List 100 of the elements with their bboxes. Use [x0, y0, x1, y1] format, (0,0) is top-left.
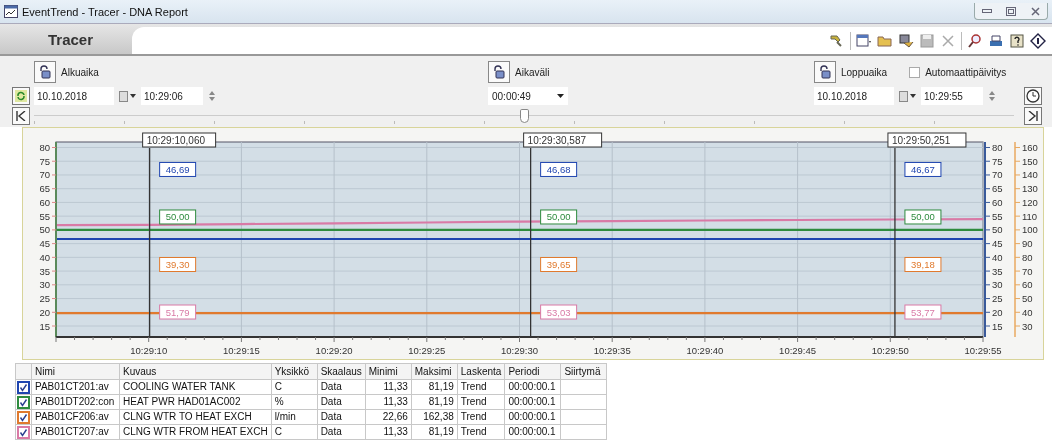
column-header[interactable]: Kuvaus — [119, 363, 272, 380]
table-cell: 00:00:00.1 — [504, 409, 561, 425]
table-cell: 81,19 — [411, 424, 458, 440]
calendar-icon — [899, 90, 908, 102]
axis-label: 65 — [39, 183, 50, 195]
checkbox[interactable] — [17, 395, 30, 409]
skip-end-icon — [1028, 111, 1038, 121]
field-label: Alkuaika — [61, 66, 99, 78]
axis-label: 40 — [992, 251, 1003, 263]
calendar-dropdown[interactable] — [899, 90, 916, 102]
table-cell: PAB01CF206:av — [31, 409, 120, 425]
checkbox[interactable] — [17, 380, 30, 394]
time-field[interactable]: 10:29:06 — [141, 87, 203, 105]
axis-label: 40 — [39, 251, 50, 263]
clock-button[interactable] — [1024, 87, 1042, 105]
table-cell: Trend — [457, 424, 505, 440]
search-icon[interactable] — [967, 32, 983, 49]
axis-label: 15 — [992, 320, 1003, 332]
axis-label: 30 — [1022, 320, 1033, 332]
table-cell: HEAT PWR HAD01AC002 — [119, 394, 272, 410]
table-cell: PAB01DT202:con — [31, 394, 120, 410]
table-cell: CLNG WTR TO HEAT EXCH — [119, 409, 272, 425]
axis-label: 75 — [992, 155, 1003, 167]
value-label: 46,69 — [159, 161, 197, 177]
axis-label: 55 — [992, 210, 1003, 222]
refresh-button[interactable] — [12, 87, 30, 105]
table-cell: % — [271, 394, 318, 410]
axis-label: 140 — [1022, 169, 1038, 181]
column-header[interactable]: Laskenta — [457, 363, 505, 380]
table-cell: C — [271, 424, 318, 440]
table-cell: COOLING WATER TANK — [119, 379, 272, 395]
checkbox[interactable] — [17, 425, 30, 439]
column-header[interactable]: Skaalaus — [317, 363, 366, 380]
interval-dropdown[interactable]: 00:00:49 — [488, 87, 568, 105]
spin-button[interactable] — [208, 90, 216, 102]
cursor-time-label[interactable]: 10:29:50,251 — [887, 132, 967, 148]
lock-icon — [818, 65, 832, 79]
checkbox[interactable] — [909, 66, 921, 78]
axis-label: 60 — [992, 196, 1003, 208]
info-icon[interactable] — [1030, 32, 1046, 49]
table-cell: 11,33 — [365, 379, 412, 395]
date-field[interactable]: 10.10.2018 — [814, 87, 894, 105]
column-header[interactable]: Maksimi — [411, 363, 458, 380]
axis-label: 20 — [39, 306, 50, 318]
axis-label: 75 — [39, 155, 50, 167]
lock-button[interactable] — [34, 61, 56, 83]
axis-label: 30 — [992, 279, 1003, 291]
checkbox[interactable] — [17, 410, 30, 424]
spin-button[interactable] — [988, 90, 996, 102]
column-header[interactable]: Siirtymä — [560, 363, 607, 380]
axis-label: 90 — [1022, 238, 1033, 250]
cursor-time-label[interactable]: 10:29:10,060 — [142, 132, 217, 148]
value-label: 50,00 — [904, 209, 942, 225]
axis-label: 10:29:45 — [779, 345, 817, 356]
time-slider[interactable] — [34, 108, 1014, 124]
value-label: 39,30 — [159, 257, 197, 272]
table-cell: Trend — [457, 394, 505, 410]
table-cell: 162,38 — [411, 409, 458, 425]
last-button[interactable] — [1024, 107, 1042, 125]
column-header[interactable]: Periodi — [504, 363, 561, 380]
value-label: 39,65 — [540, 257, 578, 272]
axis-label: 45 — [992, 238, 1003, 250]
axis-label: 10:29:35 — [593, 345, 631, 356]
axis-label: 60 — [39, 196, 50, 208]
column-header[interactable]: Yksikkö — [271, 363, 318, 380]
window-icon[interactable] — [856, 32, 872, 49]
caret-icon — [130, 94, 136, 98]
first-button[interactable] — [12, 107, 30, 125]
date-field[interactable]: 10.10.2018 — [34, 87, 114, 105]
axis-label: 70 — [1022, 265, 1033, 277]
column-header[interactable]: Minimi — [365, 363, 412, 380]
lock-icon — [492, 65, 506, 79]
minimize-icon — [982, 8, 992, 14]
table-cell: Data — [317, 379, 366, 395]
axis-label: 40 — [1022, 306, 1033, 318]
column-header[interactable]: Nimi — [31, 363, 120, 380]
axis-label: 50 — [39, 224, 50, 236]
lock-button[interactable] — [488, 61, 510, 83]
axis-label: 160 — [1022, 142, 1038, 153]
cursor-line[interactable] — [529, 147, 532, 338]
axis-label: 45 — [39, 238, 50, 250]
axis-label: 80 — [39, 142, 50, 153]
caret-icon — [910, 94, 916, 98]
print-icon[interactable] — [988, 32, 1004, 49]
help-icon[interactable] — [1009, 32, 1025, 49]
time-field[interactable]: 10:29:55 — [921, 87, 983, 105]
axis-label: 10:29:15 — [222, 345, 260, 356]
cursor-line[interactable] — [149, 147, 151, 338]
axis-label: 130 — [1022, 183, 1038, 195]
axis-label: 80 — [992, 142, 1003, 153]
calendar-icon — [119, 90, 128, 102]
cursor-time-label[interactable]: 10:29:30,587 — [523, 132, 603, 148]
axis-label: 10:29:20 — [315, 345, 353, 356]
table-cell: 11,33 — [365, 424, 412, 440]
table-cell: 00:00:00.1 — [504, 379, 561, 395]
calendar-dropdown[interactable] — [119, 90, 136, 102]
caret-icon — [557, 94, 564, 98]
checkbox-label: Automaattipäivitys — [925, 66, 1007, 78]
clock-icon — [1026, 89, 1040, 103]
lock-button[interactable] — [814, 61, 836, 83]
